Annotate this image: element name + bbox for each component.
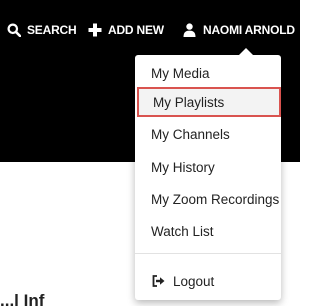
menu-item-label: Logout	[173, 273, 215, 289]
add-new-button[interactable]: ADD NEW	[87, 20, 164, 40]
user-dropdown-menu: My Media My Playlists My Channels My His…	[135, 48, 281, 300]
menu-item-my-channels[interactable]: My Channels	[135, 119, 281, 149]
add-new-label: ADD NEW	[108, 23, 164, 37]
menu-item-label: Watch List	[151, 223, 214, 239]
search-label: SEARCH	[27, 23, 77, 37]
menu-item-label: My Media	[151, 65, 210, 81]
user-icon	[182, 23, 197, 38]
logout-icon	[151, 274, 165, 288]
menu-item-label: My History	[151, 159, 215, 175]
search-button[interactable]: SEARCH	[6, 20, 77, 40]
user-name-label: NAOMI ARNOLD	[203, 23, 295, 37]
menu-item-my-playlists[interactable]: My Playlists	[137, 87, 281, 117]
menu-divider	[135, 253, 281, 254]
search-icon	[6, 23, 21, 38]
menu-item-label: My Zoom Recordings	[151, 191, 280, 207]
user-menu-button[interactable]: NAOMI ARNOLD	[182, 20, 295, 40]
plus-icon	[87, 23, 102, 38]
page-heading-fragment: ...l Inf	[0, 291, 45, 306]
menu-item-label: My Playlists	[153, 94, 225, 110]
menu-item-logout[interactable]: Logout	[135, 266, 281, 296]
menu-item-my-history[interactable]: My History	[135, 152, 281, 182]
menu-item-label: My Channels	[151, 126, 230, 142]
menu-item-watch-list[interactable]: Watch List	[135, 216, 281, 246]
menu-item-my-media[interactable]: My Media	[135, 58, 281, 88]
menu-item-my-zoom-recordings[interactable]: My Zoom Recordings	[135, 184, 281, 214]
